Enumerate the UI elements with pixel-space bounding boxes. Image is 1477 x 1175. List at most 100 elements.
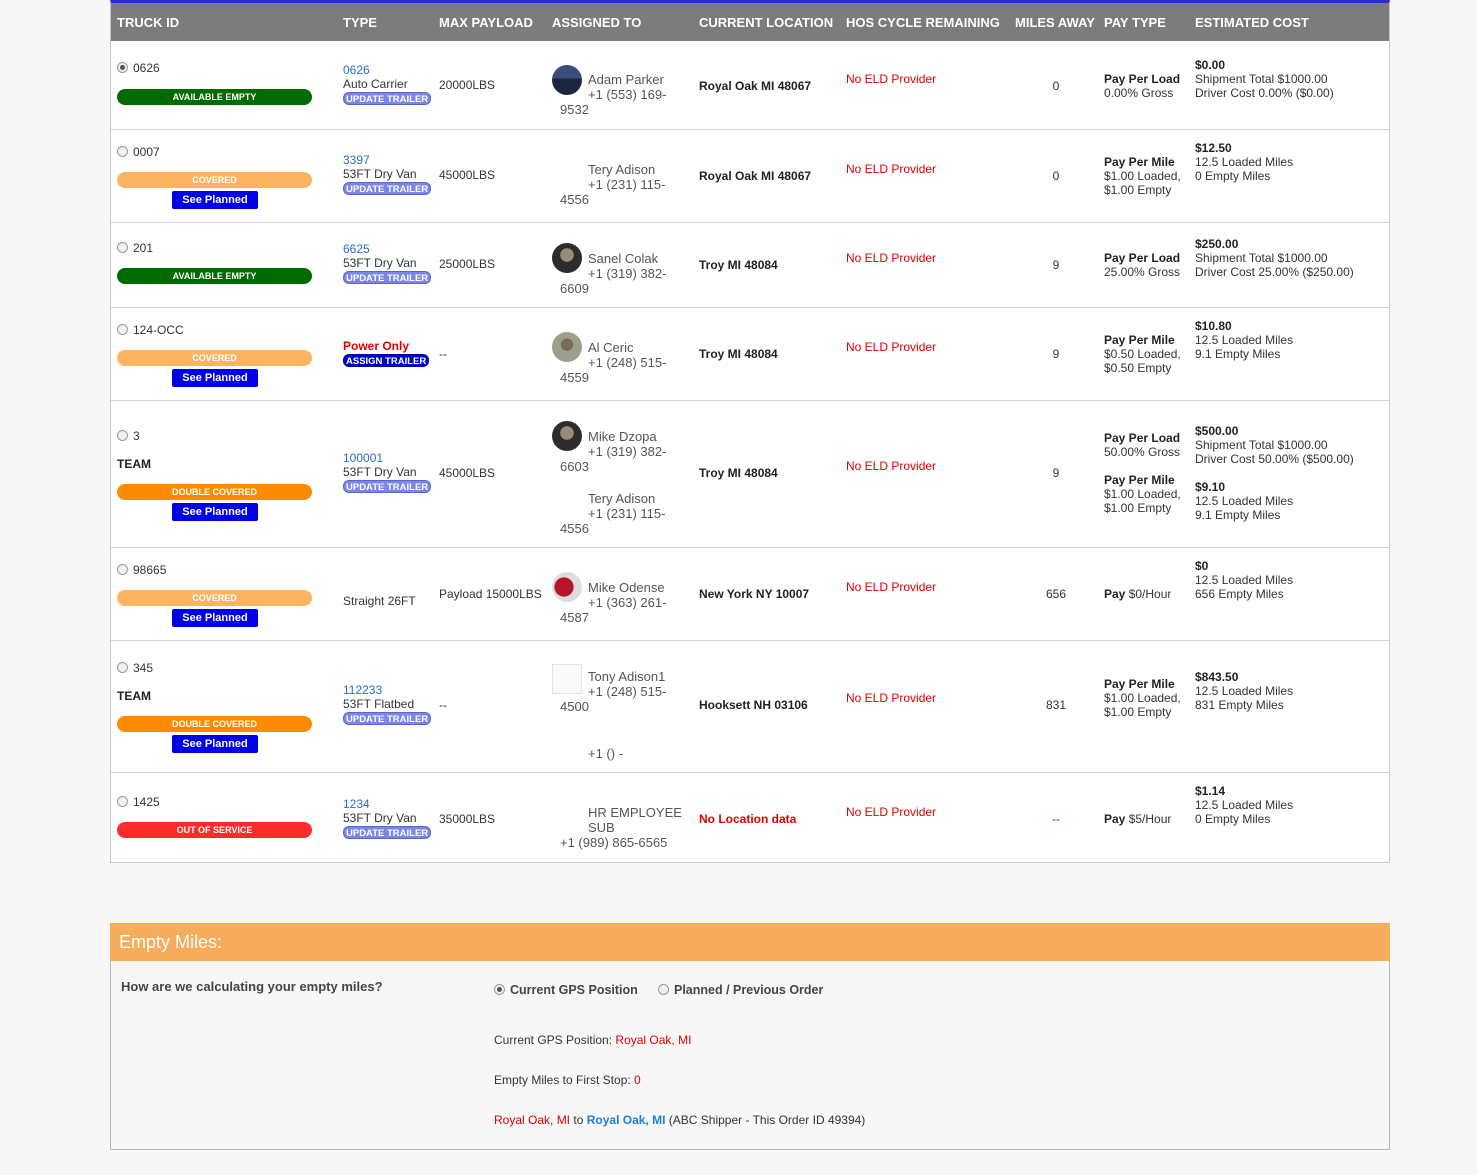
miles-away: 831 <box>1045 698 1067 712</box>
pay-type-label: Pay Per Mile <box>1104 155 1175 169</box>
driver-name[interactable]: Tony Adison1 <box>588 669 665 684</box>
avatar <box>552 332 582 362</box>
driver-name[interactable]: Adam Parker <box>588 72 664 87</box>
truck-radio[interactable] <box>117 324 128 335</box>
driver-name[interactable]: Tery Adison <box>588 491 655 506</box>
driver-name[interactable]: Mike Dzopa <box>588 429 657 444</box>
truck-radio[interactable] <box>117 564 128 575</box>
trailer-type: 53FT Dry Van <box>343 167 417 181</box>
trailer-link[interactable]: 100001 <box>343 451 431 465</box>
driver-phone: +1 (553) 169- <box>588 87 667 102</box>
eld-status: No ELD Provider <box>846 72 937 86</box>
cost-total: $250.00 <box>1195 237 1239 251</box>
trailer-cell: 100001 53FT Dry Van UPDATE TRAILER <box>343 451 432 493</box>
estimated-cost: $500.00 Shipment Total $1000.00 Driver Cos… <box>1195 424 1354 466</box>
header-estimated-cost[interactable]: ESTIMATED COST <box>1195 15 1309 30</box>
cost-total: $500.00 <box>1195 424 1239 438</box>
truck-radio[interactable] <box>117 662 128 673</box>
see-planned-button[interactable]: See Planned <box>172 503 258 521</box>
truck-radio[interactable] <box>117 430 128 441</box>
estimated-cost: $10.80 12.5 Loaded Miles 9.1 Empty Miles <box>1195 319 1293 361</box>
gps-option[interactable]: Current GPS Position <box>494 983 638 997</box>
max-payload: -- <box>439 698 447 712</box>
truck-id-text: 0007 <box>133 145 160 159</box>
current-location: Hooksett NH 03106 <box>699 698 808 712</box>
driver-phone-cont: 4500 <box>560 699 589 714</box>
see-planned-button[interactable]: See Planned <box>172 609 258 627</box>
pay-type: Pay Per Mile $1.00 Loaded, $1.00 Empty <box>1104 677 1181 719</box>
truck-id-text: 0626 <box>133 61 160 75</box>
pay-type: Pay Per Mile $1.00 Loaded, $1.00 Empty <box>1104 155 1181 197</box>
cost-line: Shipment Total $1000.00 <box>1195 251 1328 265</box>
trailer-link[interactable]: 3397 <box>343 153 431 167</box>
update-trailer-button[interactable]: UPDATE TRAILER <box>343 92 432 105</box>
header-current-location[interactable]: CURRENT LOCATION <box>699 15 833 30</box>
trailer-link[interactable]: 112233 <box>343 683 431 697</box>
trailer-cell: 1234 53FT Dry Van UPDATE TRAILER <box>343 797 432 839</box>
trailer-link[interactable]: 1234 <box>343 797 431 811</box>
trailer-link[interactable]: 0626 <box>343 63 431 77</box>
first-stop-label: Empty Miles to First Stop: <box>494 1073 631 1087</box>
driver-name[interactable]: Al Ceric <box>588 340 634 355</box>
trailer-cell: 112233 53FT Flatbed UPDATE TRAILER <box>343 683 432 725</box>
header-type[interactable]: TYPE <box>343 15 377 30</box>
empty-miles-header: Empty Miles: <box>110 923 1390 961</box>
cost-line: Driver Cost 0.00% ($0.00) <box>1195 86 1334 100</box>
trailer-cell: 0626 Auto Carrier UPDATE TRAILER <box>343 63 432 105</box>
update-trailer-button[interactable]: UPDATE TRAILER <box>343 182 432 195</box>
gps-radio[interactable] <box>494 984 505 995</box>
update-trailer-button[interactable]: UPDATE TRAILER <box>343 271 432 284</box>
miles-away: -- <box>1052 812 1060 826</box>
header-pay-type[interactable]: PAY TYPE <box>1104 15 1166 30</box>
header-max-payload[interactable]: MAX PAYLOAD <box>439 15 533 30</box>
driver-name[interactable]: HR EMPLOYEE <box>588 805 682 820</box>
see-planned-button[interactable]: See Planned <box>172 369 258 387</box>
assign-trailer-button[interactable]: ASSIGN TRAILER <box>343 354 430 367</box>
route-to-link[interactable]: Royal Oak, MI <box>587 1113 666 1127</box>
table-row: 0007 COVERED See Planned 3397 53FT Dry V… <box>111 130 1389 223</box>
see-planned-button[interactable]: See Planned <box>172 191 258 209</box>
max-payload: 45000LBS <box>439 466 496 480</box>
max-payload: 25000LBS <box>439 257 496 271</box>
truck-id: 98665 <box>117 563 166 577</box>
driver-name[interactable]: Sanel Colak <box>588 251 658 266</box>
planned-radio[interactable] <box>658 984 669 995</box>
truck-radio[interactable] <box>117 796 128 807</box>
team-label: TEAM <box>117 457 151 471</box>
driver-phone-cont: 4559 <box>560 370 589 385</box>
trailer-type: Straight 26FT <box>343 594 416 608</box>
update-trailer-button[interactable]: UPDATE TRAILER <box>343 826 432 839</box>
pay-type-label: Pay Per Mile <box>1104 333 1175 347</box>
miles-away: 656 <box>1045 587 1067 601</box>
header-truck-id[interactable]: TRUCK ID <box>117 15 179 30</box>
trailer-type: 53FT Dry Van <box>343 256 417 270</box>
update-trailer-button[interactable]: UPDATE TRAILER <box>343 712 432 725</box>
truck-id: 3 <box>117 429 140 443</box>
cost-line: Shipment Total $1000.00 <box>1195 438 1328 452</box>
status-badge: AVAILABLE EMPTY <box>117 268 312 284</box>
estimated-cost: $12.50 12.5 Loaded Miles 0 Empty Miles <box>1195 141 1293 183</box>
eld-status: No ELD Provider <box>846 459 937 473</box>
see-planned-button[interactable]: See Planned <box>172 735 258 753</box>
cost-line: 12.5 Loaded Miles <box>1195 333 1294 347</box>
driver-name[interactable]: Tery Adison <box>588 162 655 177</box>
truck-radio[interactable] <box>117 146 128 157</box>
header-hos[interactable]: HOS CYCLE REMAINING <box>846 15 1000 30</box>
update-trailer-button[interactable]: UPDATE TRAILER <box>343 480 432 493</box>
pay-type: Pay Per Mile $1.00 Loaded, $1.00 Empty <box>1104 473 1181 515</box>
driver-phone-cont: 4556 <box>560 521 589 536</box>
cost-line: 12.5 Loaded Miles <box>1195 155 1294 169</box>
planned-option[interactable]: Planned / Previous Order <box>658 983 823 997</box>
header-miles-away[interactable]: MILES AWAY <box>1015 15 1095 30</box>
pay-type-label: Pay Per Mile <box>1104 677 1175 691</box>
cost-line: 12.5 Loaded Miles <box>1195 798 1294 812</box>
driver-phone: +1 (248) 515- <box>588 355 667 370</box>
pay-type-label: Pay Per Load <box>1104 251 1181 265</box>
driver-name[interactable]: Mike Odense <box>588 580 665 595</box>
header-assigned-to[interactable]: ASSIGNED TO <box>552 15 641 30</box>
trailer-link[interactable]: 6625 <box>343 242 431 256</box>
truck-radio[interactable] <box>117 242 128 253</box>
status-badge: COVERED <box>117 172 312 188</box>
truck-radio[interactable] <box>117 62 128 73</box>
driver-phone: +1 (363) 261- <box>588 595 667 610</box>
